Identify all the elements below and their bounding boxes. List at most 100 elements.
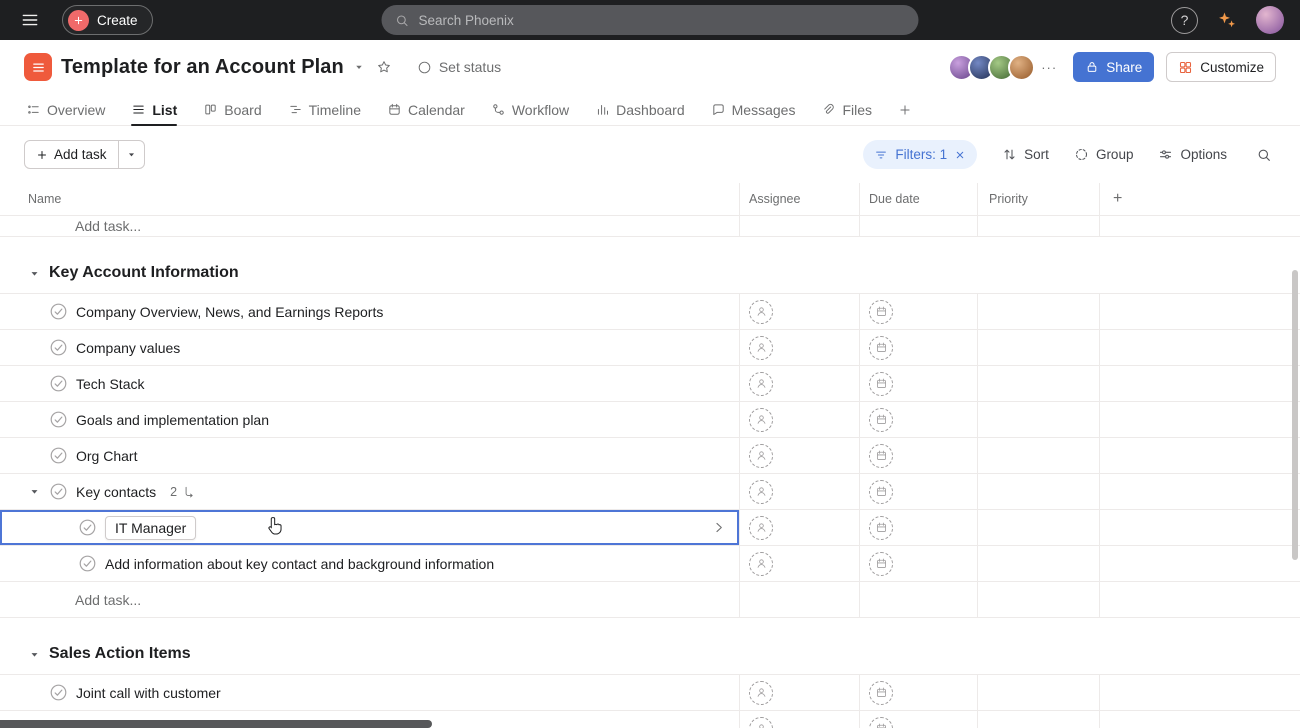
add-task-button[interactable]: Add task (25, 141, 118, 168)
ai-sparkles-button[interactable] (1213, 6, 1241, 34)
task-row[interactable]: Tech Stack (0, 366, 1300, 402)
due-date-placeholder-icon[interactable] (869, 444, 893, 468)
complete-check-icon[interactable] (49, 338, 68, 357)
complete-check-icon[interactable] (49, 410, 68, 429)
due-date-placeholder-icon[interactable] (869, 408, 893, 432)
due-date-placeholder-icon[interactable] (869, 480, 893, 504)
add-task-row[interactable]: Add task... (0, 582, 1300, 618)
tab-files[interactable]: Files (821, 94, 872, 125)
task-row[interactable]: Company Overview, News, and Earnings Rep… (0, 294, 1300, 330)
assignee-placeholder-icon[interactable] (749, 681, 773, 705)
priority-cell[interactable] (978, 366, 1100, 401)
complete-check-icon[interactable] (49, 683, 68, 702)
add-column-button[interactable]: + (1100, 183, 1300, 215)
set-status-button[interactable]: Set status (417, 59, 501, 75)
task-row[interactable]: Company values (0, 330, 1300, 366)
task-title[interactable]: Key contacts (76, 484, 156, 500)
due-date-placeholder-icon[interactable] (869, 516, 893, 540)
tab-calendar[interactable]: Calendar (387, 94, 465, 125)
add-task-row-label[interactable]: Add task... (75, 218, 141, 234)
task-title[interactable]: Company Overview, News, and Earnings Rep… (76, 304, 383, 320)
priority-cell[interactable] (978, 474, 1100, 509)
priority-cell[interactable] (978, 546, 1100, 581)
due-date-placeholder-icon[interactable] (869, 681, 893, 705)
task-row-parent[interactable]: Key contacts 2 (0, 474, 1300, 510)
priority-cell[interactable] (978, 510, 1100, 545)
add-task-dropdown-button[interactable] (118, 141, 144, 168)
assignee-placeholder-icon[interactable] (749, 372, 773, 396)
priority-cell[interactable] (978, 711, 1100, 728)
assignee-placeholder-icon[interactable] (749, 300, 773, 324)
priority-cell[interactable] (978, 330, 1100, 365)
group-button[interactable]: Group (1074, 147, 1134, 162)
subtask-count[interactable]: 2 (170, 485, 196, 499)
tab-timeline[interactable]: Timeline (288, 94, 361, 125)
user-avatar[interactable] (1256, 6, 1284, 34)
tab-messages[interactable]: Messages (711, 94, 796, 125)
sidebar-toggle-button[interactable] (16, 6, 44, 34)
tab-workflow[interactable]: Workflow (491, 94, 569, 125)
task-title[interactable]: Joint call with customer (76, 685, 221, 701)
collapse-triangle-icon[interactable] (28, 648, 41, 661)
open-details-chevron-icon[interactable] (711, 520, 726, 535)
assignee-placeholder-icon[interactable] (749, 480, 773, 504)
tab-dashboard[interactable]: Dashboard (595, 94, 685, 125)
due-date-placeholder-icon[interactable] (869, 717, 893, 728)
assignee-placeholder-icon[interactable] (749, 336, 773, 360)
task-row[interactable]: Org Chart (0, 438, 1300, 474)
add-task-row-label[interactable]: Add task... (75, 592, 141, 608)
due-date-placeholder-icon[interactable] (869, 552, 893, 576)
collaborator-avatar[interactable] (1008, 54, 1035, 81)
project-title[interactable]: Template for an Account Plan (61, 56, 344, 79)
task-row-selected[interactable]: IT Manager (0, 510, 1300, 546)
collaborator-avatars[interactable]: ··· (948, 54, 1061, 81)
global-search-input[interactable]: Search Phoenix (382, 5, 919, 35)
column-header-name[interactable]: Name (0, 183, 740, 215)
column-header-assignee[interactable]: Assignee (740, 183, 860, 215)
vertical-scrollbar-thumb[interactable] (1292, 270, 1298, 560)
column-header-priority[interactable]: Priority (978, 183, 1100, 215)
search-tasks-button[interactable] (1252, 143, 1276, 167)
create-button[interactable]: Create (62, 5, 153, 35)
complete-check-icon[interactable] (49, 302, 68, 321)
help-button[interactable]: ? (1171, 7, 1198, 34)
priority-cell[interactable] (978, 675, 1100, 710)
complete-check-icon[interactable] (78, 554, 97, 573)
sort-button[interactable]: Sort (1002, 147, 1049, 162)
star-icon[interactable] (376, 59, 392, 75)
assignee-placeholder-icon[interactable] (749, 516, 773, 540)
priority-cell[interactable] (978, 294, 1100, 329)
collapse-triangle-icon[interactable] (28, 267, 41, 280)
filters-chip[interactable]: Filters: 1 (863, 140, 977, 169)
due-date-placeholder-icon[interactable] (869, 372, 893, 396)
complete-check-icon[interactable] (78, 518, 97, 537)
task-title[interactable]: Company values (76, 340, 180, 356)
expand-triangle-icon[interactable] (28, 485, 41, 498)
column-header-due-date[interactable]: Due date (860, 183, 978, 215)
share-button[interactable]: Share (1073, 52, 1154, 82)
tab-board[interactable]: Board (203, 94, 261, 125)
complete-check-icon[interactable] (49, 482, 68, 501)
add-view-button[interactable] (898, 103, 912, 117)
horizontal-scrollbar-thumb[interactable] (0, 720, 432, 728)
add-task-row[interactable]: Add task... (0, 216, 1300, 237)
priority-cell[interactable] (978, 402, 1100, 437)
complete-check-icon[interactable] (49, 374, 68, 393)
task-title-edit-field[interactable]: IT Manager (105, 516, 196, 540)
more-collaborators-button[interactable]: ··· (1037, 55, 1061, 79)
options-button[interactable]: Options (1158, 147, 1227, 162)
task-title[interactable]: Goals and implementation plan (76, 412, 269, 428)
due-date-placeholder-icon[interactable] (869, 336, 893, 360)
project-icon[interactable] (24, 53, 52, 81)
task-title[interactable]: Org Chart (76, 448, 137, 464)
section-title[interactable]: Key Account Information (49, 264, 239, 282)
assignee-placeholder-icon[interactable] (749, 717, 773, 728)
complete-check-icon[interactable] (49, 446, 68, 465)
chevron-down-icon[interactable] (353, 61, 365, 73)
due-date-placeholder-icon[interactable] (869, 300, 893, 324)
task-row-subtask[interactable]: Add information about key contact and ba… (0, 546, 1300, 582)
priority-cell[interactable] (978, 438, 1100, 473)
section-title[interactable]: Sales Action Items (49, 645, 191, 663)
task-title[interactable]: Add information about key contact and ba… (105, 556, 494, 572)
task-row[interactable]: Joint call with customer (0, 675, 1300, 711)
